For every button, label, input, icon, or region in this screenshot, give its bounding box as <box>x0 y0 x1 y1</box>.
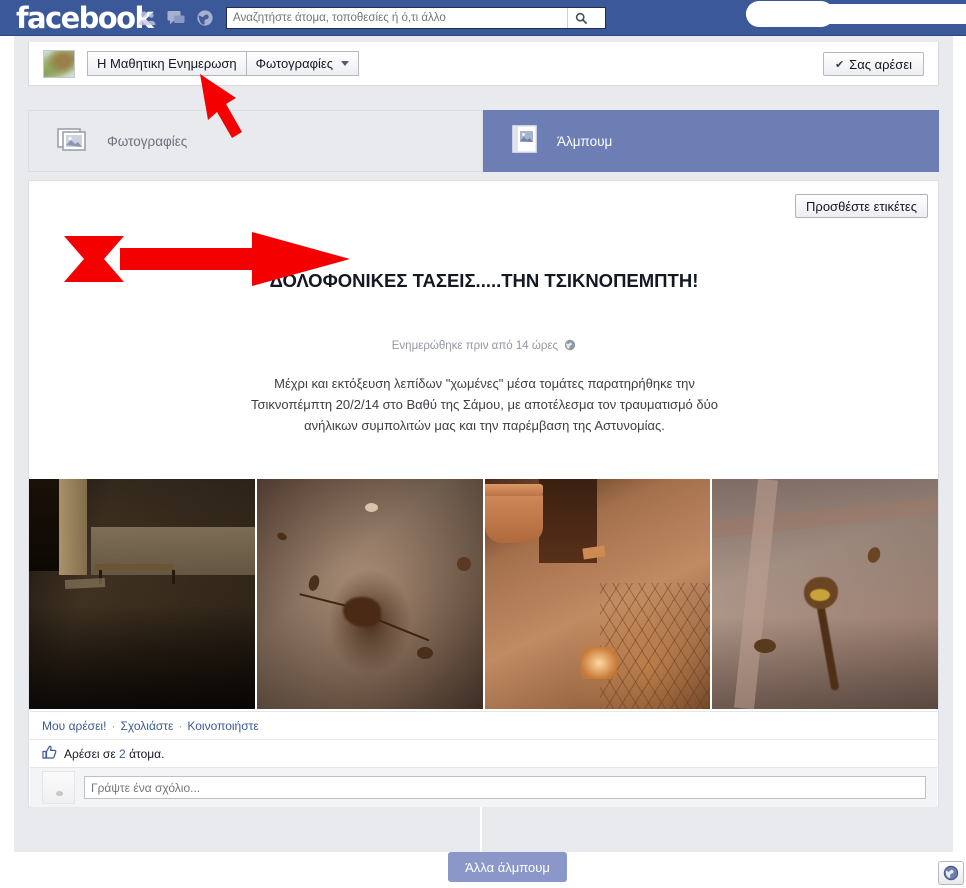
like-count-number[interactable]: 2 <box>119 747 126 761</box>
user-avatar <box>42 771 75 804</box>
friend-requests-icon[interactable] <box>137 8 157 28</box>
photo3-flowerpot <box>484 484 543 543</box>
search-icon[interactable] <box>567 8 594 28</box>
photo3-debris <box>581 545 606 560</box>
page-avatar-island-map[interactable] <box>43 49 75 78</box>
photo2-spot-2 <box>275 531 288 542</box>
tab-album-label: Άλμπουμ <box>557 133 613 149</box>
photo4-spot-2 <box>865 545 883 565</box>
album-photo-4[interactable] <box>712 479 938 709</box>
more-albums-label: Άλλα άλμπουμ <box>465 859 550 875</box>
breadcrumb-buttons: Η Μαθητικη Ενημερωση Φωτογραφίες <box>87 51 359 76</box>
photo2-spot-1 <box>364 503 378 512</box>
chevron-down-icon <box>340 61 349 66</box>
top-nav-icons <box>137 8 215 28</box>
photo1-bench <box>95 564 175 584</box>
facebook-top-bar: facebook <box>0 0 966 36</box>
photo4-tile-line-h <box>712 497 938 538</box>
photo2-splatter <box>342 597 381 627</box>
page-like-button[interactable]: ✔ Σας αρέσει <box>822 52 924 76</box>
action-separator-2: · <box>178 718 183 733</box>
photos-stack-icon <box>57 125 89 158</box>
photo2-spot-5 <box>416 647 433 659</box>
like-count-row: Αρέσει σε 2 άτομα. <box>30 739 937 767</box>
breadcrumb-page-name[interactable]: Η Μαθητικη Ενημερωση <box>87 51 247 76</box>
photo1-paper <box>64 577 106 590</box>
globe-icon <box>564 339 576 354</box>
album-photo-1[interactable] <box>29 479 255 709</box>
album-updated-text: Ενημερώθηκε πριν από 14 ώρες <box>391 340 559 352</box>
breadcrumb: Η Μαθητικη Ενημερωση Φωτογραφίες ✔ Σας α… <box>28 42 939 86</box>
album-photo-grid <box>29 479 938 709</box>
section-tabs: Φωτογραφίες Άλμπουμ <box>28 110 939 172</box>
album-updated: Ενημερώθηκε πριν από 14 ώρες <box>254 339 714 354</box>
tab-album[interactable]: Άλμπουμ <box>483 110 939 172</box>
album-photo-2[interactable] <box>256 479 483 709</box>
album-card: Προσθέστε ετικέτες ΔΟΛΟΦΟΝΙΚΕΣ ΤΑΣΕΙΣ...… <box>28 180 939 807</box>
photo4-tile-line-v <box>734 479 779 709</box>
add-tags-label: Προσθέστε ετικέτες <box>806 198 917 214</box>
facebook-logo[interactable]: facebook <box>16 1 154 35</box>
post-actions: Μου αρέσει! · Σχολιάστε · Κοινοποιήστε <box>30 711 937 739</box>
search-bar[interactable] <box>226 7 606 29</box>
search-input[interactable] <box>227 8 567 28</box>
like-link[interactable]: Μου αρέσει! <box>42 719 106 733</box>
like-count-prefix: Αρέσει σε <box>64 746 116 761</box>
thumbs-up-icon <box>42 745 57 762</box>
add-tags-button[interactable]: Προσθέστε ετικέτες <box>795 194 928 218</box>
photo4-splatter <box>804 577 839 609</box>
redacted-account-area <box>746 1 966 27</box>
page-body: Η Μαθητικη Ενημερωση Φωτογραφίες ✔ Σας α… <box>0 36 966 888</box>
photo3-cobblestone <box>600 583 711 709</box>
more-albums-button[interactable]: Άλλα άλμπουμ <box>448 852 567 882</box>
breadcrumb-section-label: Φωτογραφίες <box>255 56 333 71</box>
photo1-door <box>29 479 59 571</box>
photo2-spot-4 <box>456 557 471 571</box>
album-title: ΔΟΛΟΦΟΝΙΚΕΣ ΤΑΣΕΙΣ.....ΤΗΝ ΤΣΙΚΝΟΠΕΜΠΤΗ! <box>269 270 699 291</box>
breadcrumb-section[interactable]: Φωτογραφίες <box>246 51 359 76</box>
tab-photos[interactable]: Φωτογραφίες <box>28 110 483 172</box>
action-separator-1: · <box>111 718 116 733</box>
photo3-lit-spot <box>580 647 617 679</box>
album-photo-3[interactable] <box>484 479 711 709</box>
tab-photos-label: Φωτογραφίες <box>107 133 188 149</box>
globe-icon <box>943 865 959 881</box>
photo4-trail <box>816 604 840 692</box>
comment-composer <box>30 767 937 807</box>
photo2-trail-2 <box>376 618 430 642</box>
comment-input[interactable] <box>84 776 926 799</box>
footer-globe-button[interactable] <box>938 861 964 885</box>
check-icon: ✔ <box>834 58 845 71</box>
page-like-label: Σας αρέσει <box>849 56 912 72</box>
comment-link[interactable]: Σχολιάστε <box>120 719 173 733</box>
photo2-spot-3 <box>306 573 321 593</box>
photo2-trail-1 <box>299 593 347 607</box>
messages-icon[interactable] <box>166 8 186 28</box>
like-count-suffix: άτομα. <box>129 746 165 761</box>
album-description: Μέχρι και εκτόξευση λεπίδων "χωμένες" μέ… <box>251 376 718 434</box>
photo1-pillar <box>59 479 87 575</box>
notifications-globe-icon[interactable] <box>195 8 215 28</box>
share-link[interactable]: Κοινοποιήστε <box>187 719 258 733</box>
photo4-spot-1 <box>754 639 777 653</box>
album-book-icon <box>511 124 539 159</box>
